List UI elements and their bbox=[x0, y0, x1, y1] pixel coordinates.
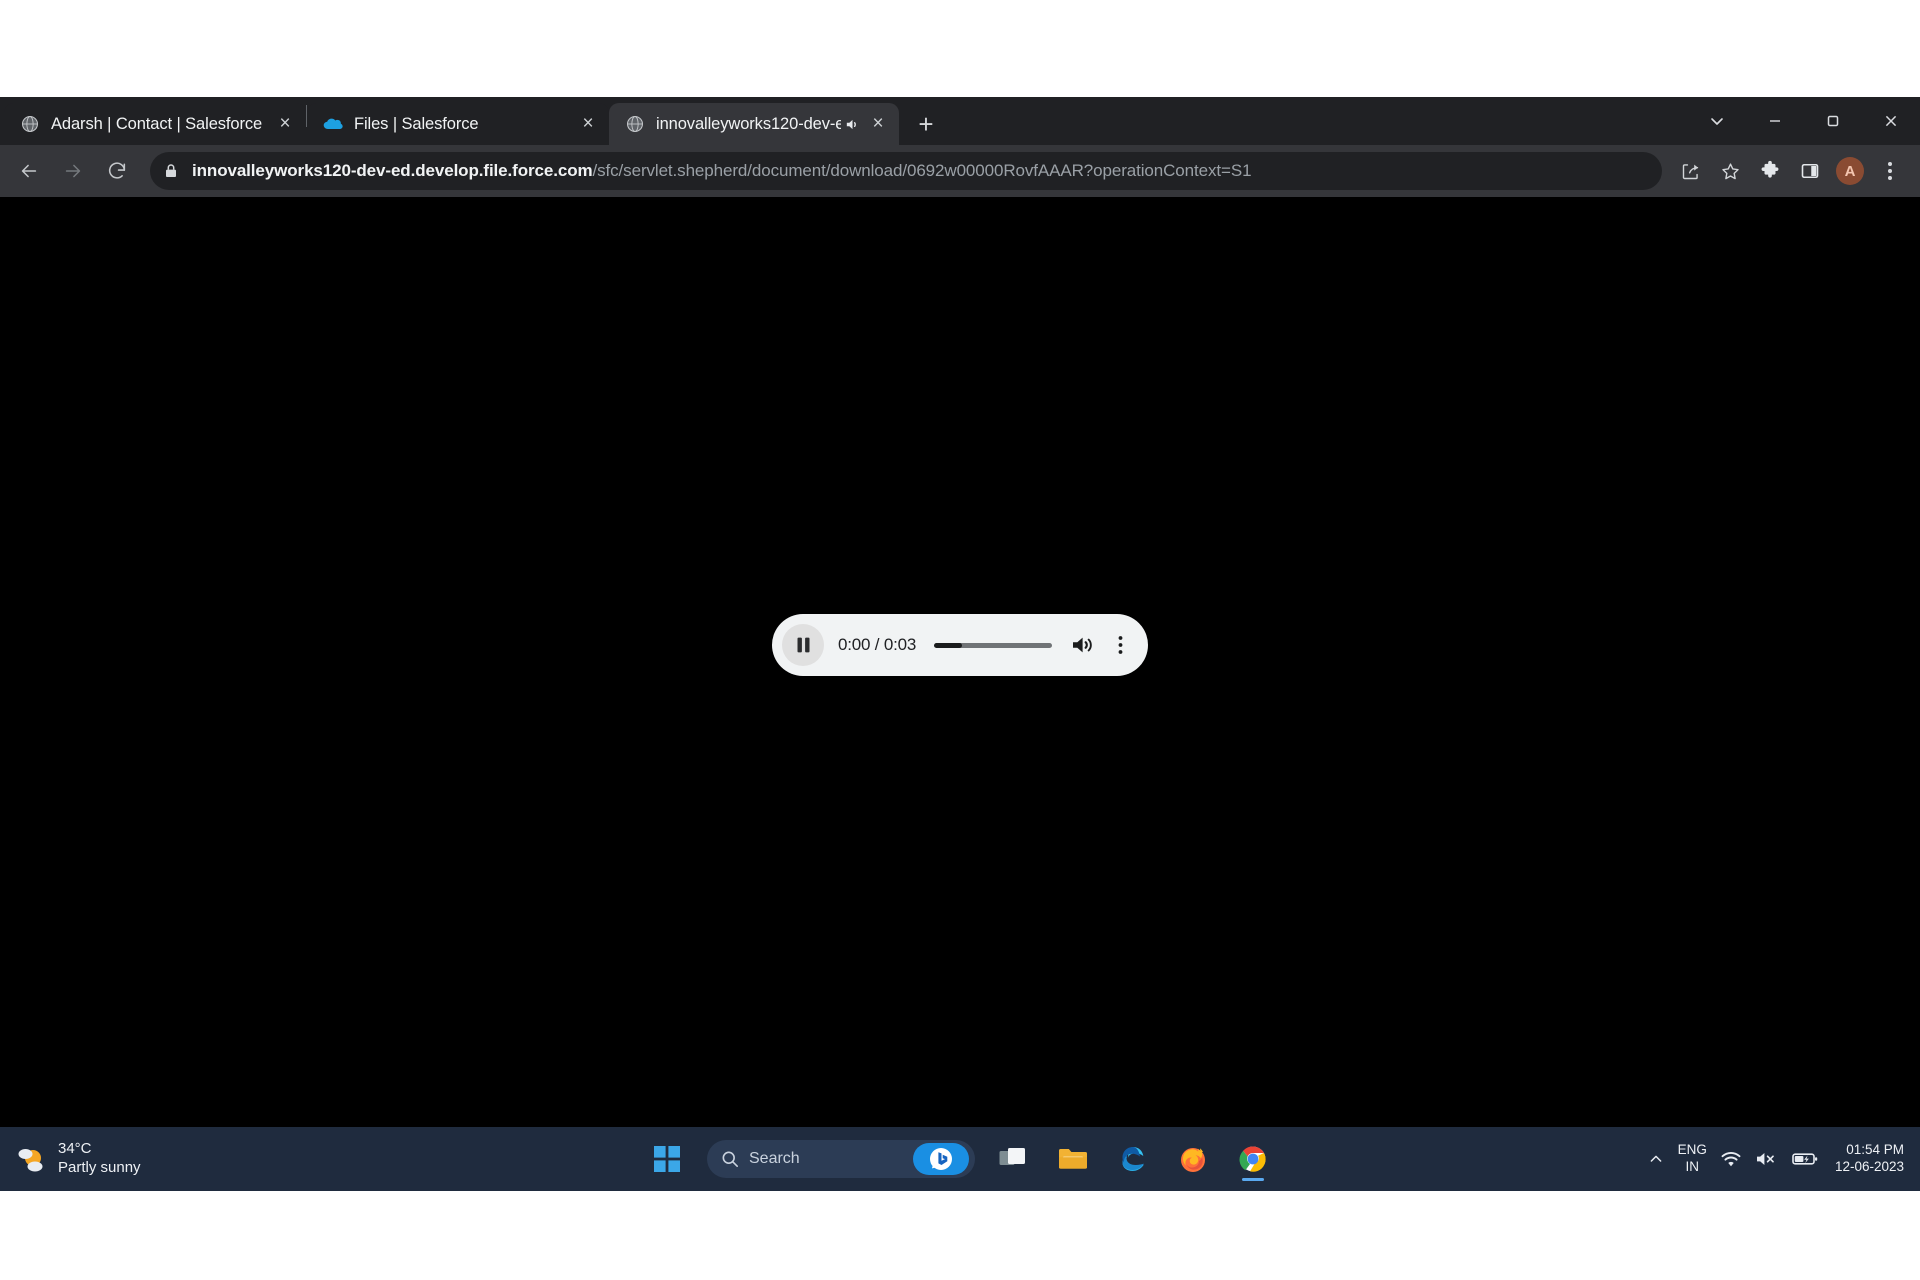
tab-close-button[interactable]: × bbox=[865, 111, 891, 137]
active-app-indicator bbox=[1242, 1178, 1264, 1181]
tab-search-chevron-down-icon[interactable] bbox=[1688, 97, 1746, 145]
firefox-icon[interactable] bbox=[1169, 1135, 1217, 1183]
globe-icon bbox=[20, 114, 40, 134]
tab-title: Files | Salesforce bbox=[354, 114, 479, 133]
weather-condition: Partly sunny bbox=[58, 1159, 141, 1176]
sun-cloud-icon bbox=[14, 1142, 48, 1176]
tab-strip: Adarsh | Contact | Salesforce × Files | … bbox=[0, 97, 1920, 145]
salesforce-cloud-icon bbox=[323, 114, 343, 134]
taskbar-search-box[interactable]: Search bbox=[707, 1140, 975, 1178]
browser-tab-1[interactable]: Adarsh | Contact | Salesforce × bbox=[4, 103, 306, 145]
audio-player: 0:00 / 0:03 bbox=[772, 614, 1148, 676]
weather-widget[interactable]: 34°C Partly sunny bbox=[14, 1140, 141, 1177]
tab-close-button[interactable]: × bbox=[272, 111, 298, 137]
address-bar[interactable]: innovalleyworks120-dev-ed.develop.file.f… bbox=[150, 152, 1662, 190]
file-explorer-folder-icon[interactable] bbox=[1049, 1135, 1097, 1183]
clock-date: 12-06-2023 bbox=[1834, 1159, 1904, 1174]
browser-tab-3-active[interactable]: innovalleyworks120-dev-ed.d × bbox=[609, 103, 899, 145]
url-path: /sfc/servlet.shepherd/document/download/… bbox=[592, 161, 1252, 180]
time-display: 0:00 / 0:03 bbox=[838, 635, 917, 654]
audio-more-options-three-dot-icon[interactable] bbox=[1110, 631, 1130, 659]
search-input[interactable]: Search bbox=[749, 1150, 913, 1168]
lock-icon[interactable] bbox=[164, 163, 178, 179]
window-controls bbox=[1688, 97, 1920, 145]
tab-close-button[interactable]: × bbox=[575, 111, 601, 137]
side-panel-icon[interactable] bbox=[1790, 151, 1830, 191]
back-arrow-icon[interactable] bbox=[8, 150, 50, 192]
microsoft-edge-icon[interactable] bbox=[1109, 1135, 1157, 1183]
progress-track[interactable] bbox=[934, 642, 1052, 648]
reload-icon[interactable] bbox=[96, 150, 138, 192]
page-content-area: 0:00 / 0:03 bbox=[0, 197, 1920, 1127]
taskbar-center-cluster: Search bbox=[637, 1127, 1283, 1191]
weather-text: 34°C Partly sunny bbox=[58, 1140, 141, 1177]
progress-filled bbox=[934, 642, 963, 648]
show-hidden-icons-chevron-up-icon[interactable] bbox=[1648, 1151, 1664, 1167]
battery-charging-icon[interactable] bbox=[1792, 1151, 1818, 1167]
tab-title: innovalleyworks120-dev-ed.d bbox=[656, 114, 841, 133]
minimize-button[interactable] bbox=[1746, 97, 1804, 145]
extensions-puzzle-icon[interactable] bbox=[1750, 151, 1790, 191]
clock-time: 01:54 PM bbox=[1846, 1142, 1904, 1158]
address-bar-url: innovalleyworks120-dev-ed.develop.file.f… bbox=[192, 161, 1251, 181]
progress-bar[interactable] bbox=[934, 642, 1052, 648]
windows-taskbar: 34°C Partly sunny Search ENG IN 01:54 PM… bbox=[0, 1127, 1920, 1191]
language-indicator[interactable]: ENG IN bbox=[1678, 1142, 1707, 1176]
system-tray: ENG IN 01:54 PM 12-06-2023 bbox=[1641, 1127, 1910, 1191]
language-line-2: IN bbox=[1685, 1159, 1700, 1174]
language-line-1: ENG bbox=[1677, 1142, 1707, 1158]
browser-menu-three-dot-icon[interactable] bbox=[1870, 151, 1910, 191]
bing-chat-icon[interactable] bbox=[913, 1143, 969, 1175]
taskbar-clock[interactable]: 01:54 PM 12-06-2023 bbox=[1835, 1142, 1904, 1176]
pause-button[interactable] bbox=[782, 624, 824, 666]
url-host: innovalleyworks120-dev-ed.develop.file.f… bbox=[192, 161, 593, 180]
tab-title: Adarsh | Contact | Salesforce bbox=[51, 114, 263, 133]
chrome-browser-window: Adarsh | Contact | Salesforce × Files | … bbox=[0, 97, 1920, 1127]
forward-arrow-icon bbox=[52, 150, 94, 192]
search-icon bbox=[721, 1150, 739, 1168]
globe-icon bbox=[625, 114, 645, 134]
maximize-button[interactable] bbox=[1804, 97, 1862, 145]
weather-temperature: 34°C bbox=[58, 1140, 92, 1158]
wifi-icon[interactable] bbox=[1721, 1150, 1741, 1168]
task-view-icon[interactable] bbox=[989, 1135, 1037, 1183]
google-chrome-icon[interactable] bbox=[1229, 1135, 1277, 1183]
profile-avatar[interactable]: A bbox=[1836, 157, 1864, 185]
close-button[interactable] bbox=[1862, 97, 1920, 145]
bookmark-star-icon[interactable] bbox=[1710, 151, 1750, 191]
new-tab-button[interactable]: + bbox=[909, 107, 943, 141]
tab-audio-playing-icon[interactable] bbox=[841, 113, 863, 135]
volume-high-icon[interactable] bbox=[1068, 631, 1096, 659]
share-icon[interactable] bbox=[1670, 151, 1710, 191]
volume-muted-icon[interactable] bbox=[1755, 1150, 1778, 1168]
start-button[interactable] bbox=[643, 1135, 691, 1183]
desktop: Adarsh | Contact | Salesforce × Files | … bbox=[0, 0, 1920, 1280]
browser-toolbar: innovalleyworks120-dev-ed.develop.file.f… bbox=[0, 145, 1920, 197]
browser-tab-2[interactable]: Files | Salesforce × bbox=[307, 103, 609, 145]
